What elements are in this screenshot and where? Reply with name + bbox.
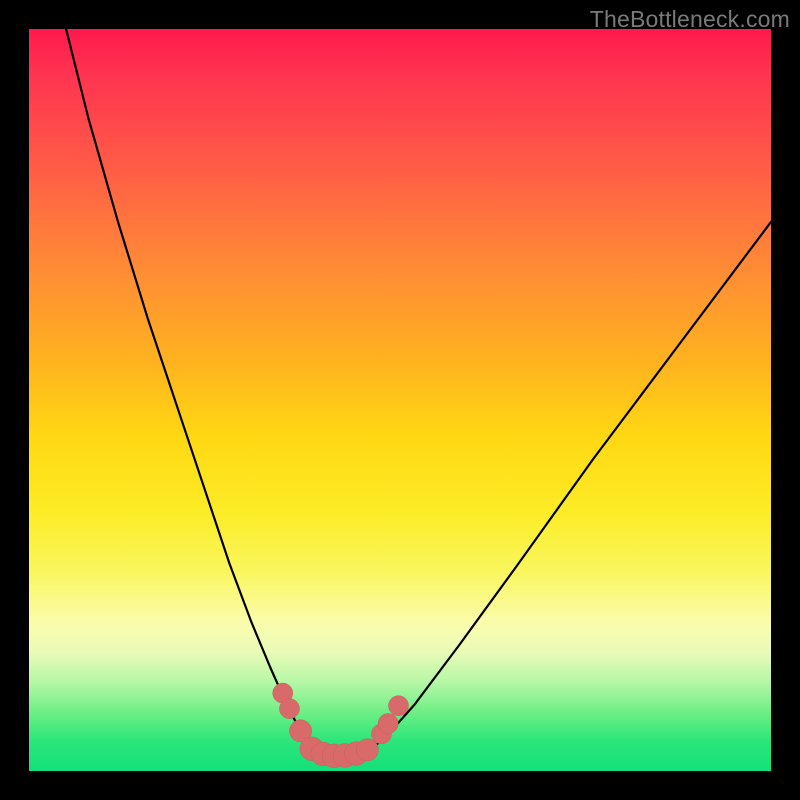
watermark-text: TheBottleneck.com <box>590 6 790 33</box>
data-marker <box>356 739 378 761</box>
chart-svg <box>29 29 771 771</box>
curve-group <box>66 29 771 756</box>
data-marker <box>279 699 299 719</box>
chart-frame: TheBottleneck.com <box>0 0 800 800</box>
bottleneck-curve <box>66 29 771 756</box>
data-marker <box>378 713 398 733</box>
data-marker <box>389 696 409 716</box>
marker-group <box>273 683 409 768</box>
